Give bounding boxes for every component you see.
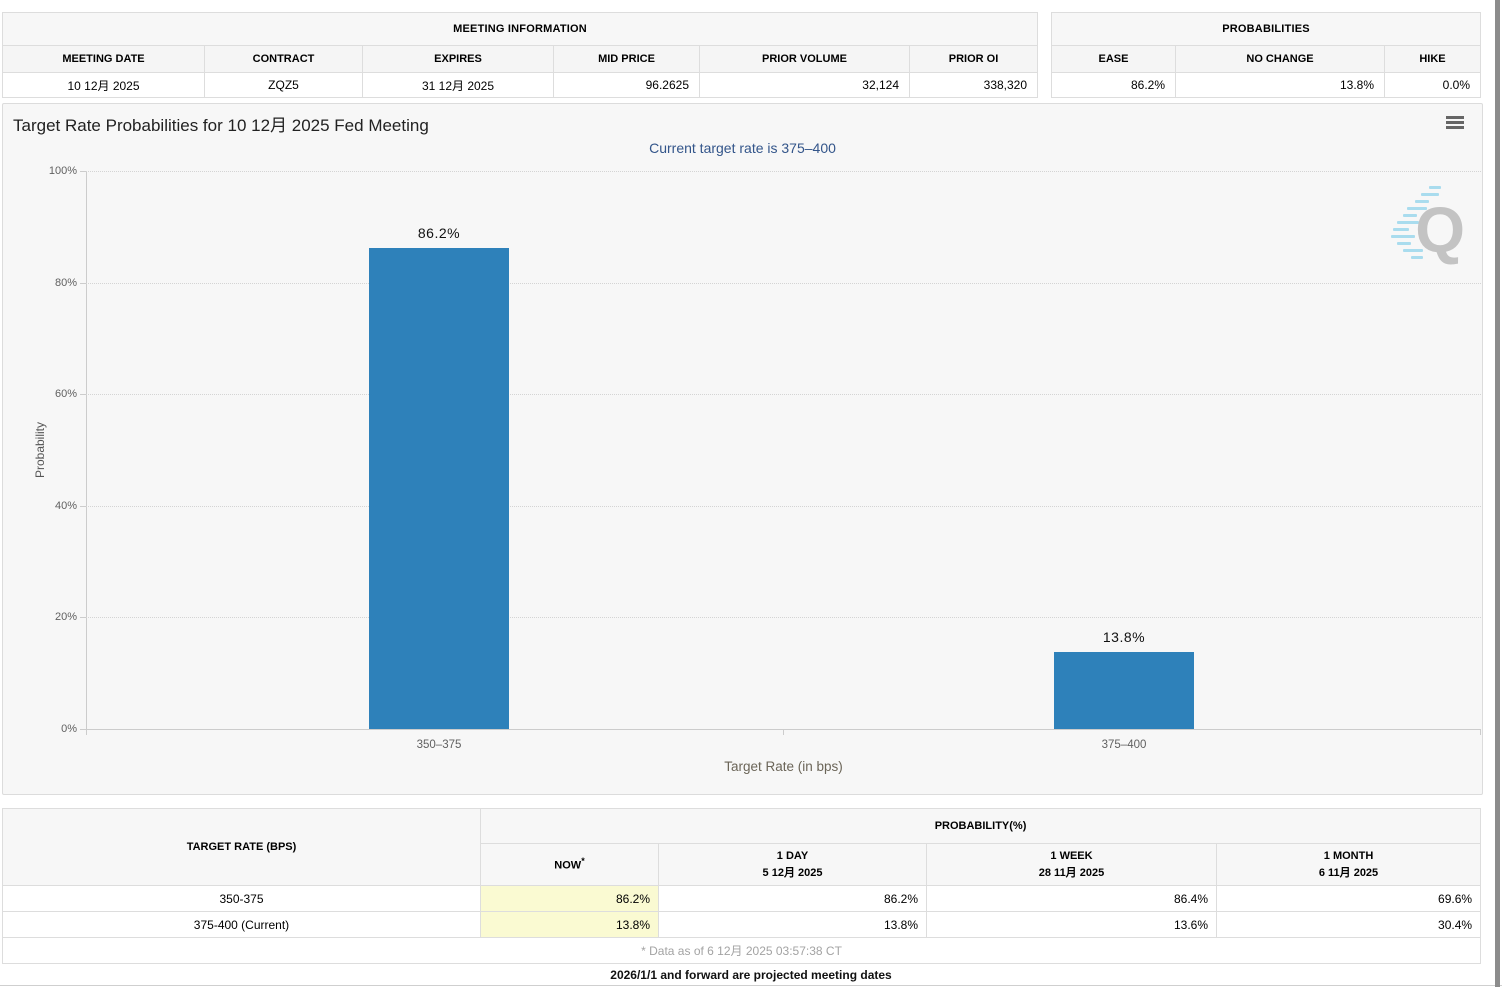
1-day-probability-cell: 13.8% (659, 912, 927, 938)
col-header-1-day: 1 DAY5 12月 2025 (659, 844, 927, 886)
col-header-prior-volume: PRIOR VOLUME (700, 46, 910, 73)
bar-value-label: 13.8% (1103, 629, 1145, 645)
data-as-of-footnote: * Data as of 6 12月 2025 03:57:38 CT (3, 938, 1481, 964)
probabilities-title: PROBABILITIES (1052, 13, 1481, 46)
col-header-mid-price: MID PRICE (554, 46, 700, 73)
probability-history-table: TARGET RATE (BPS) PROBABILITY(%) NOW* 1 … (2, 808, 1481, 964)
col-header-target-rate-bps: TARGET RATE (BPS) (3, 809, 481, 886)
table-row-350-375: 350-375 86.2% 86.2% 86.4% 69.6% (3, 886, 1481, 912)
1-month-probability-cell: 69.6% (1217, 886, 1481, 912)
window-scrollbar[interactable] (1495, 0, 1500, 987)
hamburger-menu-icon[interactable] (1444, 116, 1466, 136)
no-change-value: 13.8% (1176, 73, 1385, 98)
1-day-probability-cell: 86.2% (659, 886, 927, 912)
y-axis-title: Probability (33, 171, 47, 729)
col-header-contract: CONTRACT (205, 46, 363, 73)
expires-value: 31 12月 2025 (363, 73, 554, 98)
target-rate-chart-panel: Target Rate Probabilities for 10 12月 202… (2, 103, 1483, 795)
col-header-now: NOW* (481, 844, 659, 886)
meeting-information-table: MEETING INFORMATION MEETING DATE CONTRAC… (2, 12, 1038, 98)
now-asterisk: * (581, 856, 585, 866)
col-header-hike: HIKE (1385, 46, 1481, 73)
bar-value-label: 86.2% (418, 225, 460, 241)
prior-volume-value: 32,124 (700, 73, 910, 98)
probabilities-summary-table: PROBABILITIES EASE NO CHANGE HIKE 86.2% … (1051, 12, 1481, 98)
x-tick-label-350-375: 350–375 (369, 739, 509, 751)
probability-bar-375-400[interactable] (1054, 652, 1194, 729)
projected-meeting-dates-note: 2026/1/1 and forward are projected meeti… (0, 968, 1502, 982)
probability-bar-350-375[interactable] (369, 248, 509, 729)
hike-value: 0.0% (1385, 73, 1481, 98)
chart-title: Target Rate Probabilities for 10 12月 202… (13, 111, 429, 136)
ease-value: 86.2% (1052, 73, 1176, 98)
col-header-prior-oi: PRIOR OI (910, 46, 1038, 73)
meeting-date-value: 10 12月 2025 (3, 73, 205, 98)
target-rate-cell: 350-375 (3, 886, 481, 912)
fedwatch-tool-page: MEETING INFORMATION MEETING DATE CONTRAC… (0, 0, 1502, 987)
chart-subtitle: Current target rate is 375–400 (3, 140, 1482, 156)
bar-group-350-375: 86.2% (369, 171, 509, 729)
chart-plot-area: 86.2% 13.8% (86, 171, 1481, 729)
mid-price-value: 96.2625 (554, 73, 700, 98)
probabilities-row: 86.2% 13.8% 0.0% (1052, 73, 1481, 98)
bar-group-375-400: 13.8% (1054, 171, 1194, 729)
1-month-probability-cell: 30.4% (1217, 912, 1481, 938)
1-week-probability-cell: 86.4% (927, 886, 1217, 912)
prior-oi-value: 338,320 (910, 73, 1038, 98)
now-probability-cell: 86.2% (481, 886, 659, 912)
col-header-1-month: 1 MONTH6 11月 2025 (1217, 844, 1481, 886)
x-axis-title: Target Rate (in bps) (86, 759, 1481, 774)
table-row-375-400-current: 375-400 (Current) 13.8% 13.8% 13.6% 30.4… (3, 912, 1481, 938)
now-probability-cell: 13.8% (481, 912, 659, 938)
col-header-no-change: NO CHANGE (1176, 46, 1385, 73)
col-header-expires: EXPIRES (363, 46, 554, 73)
x-tick-label-375-400: 375–400 (1054, 739, 1194, 751)
col-header-meeting-date: MEETING DATE (3, 46, 205, 73)
bottom-divider (0, 985, 1502, 986)
group-header-probability-pct: PROBABILITY(%) (481, 809, 1481, 844)
target-rate-cell: 375-400 (Current) (3, 912, 481, 938)
meeting-information-title: MEETING INFORMATION (3, 13, 1038, 46)
meeting-information-row: 10 12月 2025 ZQZ5 31 12月 2025 96.2625 32,… (3, 73, 1038, 98)
col-header-1-week: 1 WEEK28 11月 2025 (927, 844, 1217, 886)
col-header-ease: EASE (1052, 46, 1176, 73)
contract-value: ZQZ5 (205, 73, 363, 98)
1-week-probability-cell: 13.6% (927, 912, 1217, 938)
